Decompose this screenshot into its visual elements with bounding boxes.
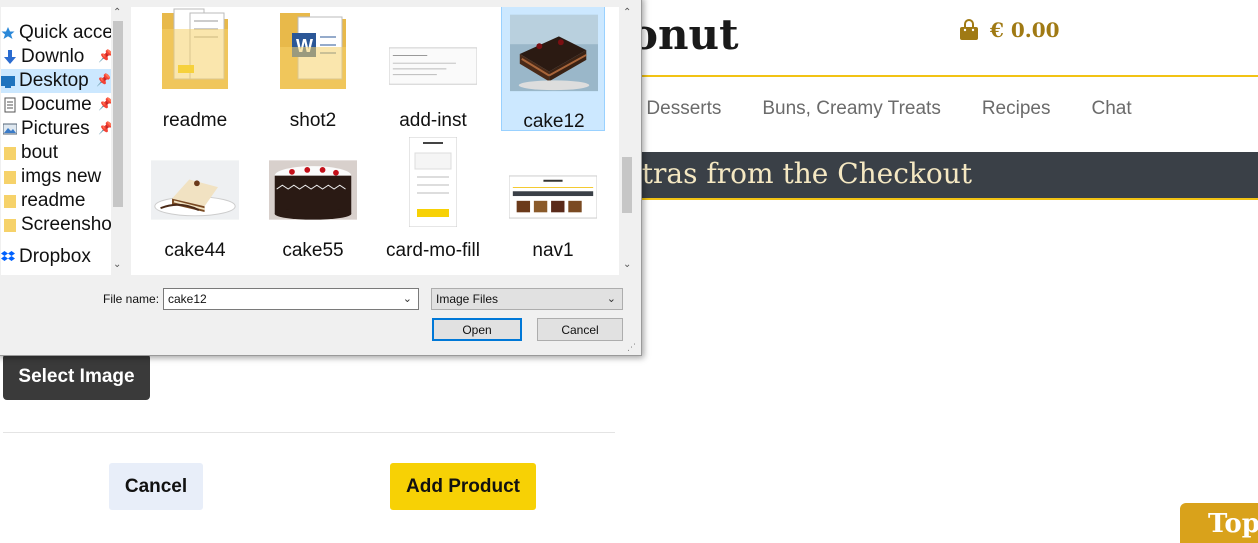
folder-icon [151,8,239,91]
screenshot-thumbnail [389,137,477,227]
tree-item-label: Docume [21,94,92,115]
tree-item-downloads[interactable]: Downlo 📌 [3,45,113,69]
tree-item-dropbox[interactable]: Dropbox [1,245,111,269]
document-icon [4,97,16,113]
tree-item-label: Pictures [21,118,90,139]
file-open-dialog: Quick acce Downlo 📌 Desktop 📌 Docume 📌 P… [0,0,642,356]
file-label: readme [162,110,228,131]
file-name-label: File name: [103,292,160,306]
word-document-icon: W [269,13,357,91]
open-button[interactable]: Open [432,318,522,341]
chevron-down-icon: ⌄ [606,293,616,305]
scroll-down-icon[interactable]: ⌄ [113,259,121,270]
tree-item-label: bout [21,142,58,163]
file-label: cake44 [164,240,226,261]
file-label: shot2 [289,110,337,131]
file-item-cake44[interactable]: cake44 [143,137,247,265]
tree-item-pictures[interactable]: Pictures 📌 [3,117,113,141]
scroll-thumb[interactable] [113,21,123,207]
folder-icon [4,195,16,208]
page-banner: xtras from the Checkout [620,152,1258,200]
folder-icon [4,147,16,160]
file-grid: readme W shot2 add-inst cake12 cake44 ca… [131,7,619,275]
tree-item-folder-readme[interactable]: readme [3,189,113,213]
file-name-value: cake12 [168,292,207,306]
add-product-button[interactable]: Add Product [390,463,536,510]
scroll-down-icon[interactable]: ⌄ [623,259,631,270]
banner-title: xtras from the Checkout [626,157,973,190]
file-label: cake55 [282,240,344,261]
site-logo[interactable]: onut [630,10,739,59]
dialog-cancel-button[interactable]: Cancel [537,318,623,341]
resize-grip-icon[interactable]: ⋰ [627,343,636,353]
tree-item-label: Dropbox [19,246,91,267]
tree-item-label: Downlo [21,46,85,67]
cart-amount: € 0.00 [990,18,1060,42]
download-arrow-icon [4,50,16,64]
file-grid-scrollbar[interactable]: ⌃ ⌄ [619,7,635,275]
dialog-nav-pane: Quick acce Downlo 📌 Desktop 📌 Docume 📌 P… [1,7,125,275]
file-label: nav1 [532,240,574,261]
cart-widget[interactable]: € 0.00 [958,18,1060,42]
tree-item-quick-access[interactable]: Quick acce [1,21,111,45]
back-to-top-button[interactable]: Top [1180,503,1258,543]
tree-item-folder-imgs-new[interactable]: imgs new [3,165,113,189]
file-name-input[interactable]: cake12 ⌄ [163,288,419,310]
chevron-down-icon[interactable]: ⌄ [403,292,412,305]
file-item-shot2[interactable]: W shot2 [261,7,365,135]
tree-item-label: Desktop [19,70,89,91]
scroll-up-icon[interactable]: ⌃ [623,7,631,18]
form-divider [3,432,615,433]
tree-item-desktop[interactable]: Desktop 📌 [1,69,111,93]
main-nav: nd Desserts Buns, Creamy Treats Recipes … [620,98,1132,132]
file-label: card-mo-fill [386,240,480,261]
cancel-button[interactable]: Cancel [109,463,203,510]
nav-item-recipes[interactable]: Recipes [982,98,1051,132]
scroll-thumb[interactable] [622,157,632,213]
tree-item-label: readme [21,190,86,211]
file-type-select[interactable]: Image Files ⌄ [431,288,623,310]
tree-item-documents[interactable]: Docume 📌 [3,93,113,117]
screenshot-thumbnail [509,143,597,221]
pictures-icon [3,123,17,135]
file-item-cake55[interactable]: cake55 [261,137,365,265]
file-label: cake12 [523,111,585,132]
file-label: add-inst [399,110,467,131]
cake-image-thumbnail [151,143,239,221]
cake-image-thumbnail [269,143,357,221]
file-item-add-inst[interactable]: add-inst [381,7,485,135]
pin-icon: 📌 [96,73,111,87]
shopping-bag-icon [960,19,978,40]
file-type-value: Image Files [436,292,499,306]
file-item-card-mo-fill[interactable]: card-mo-fill [381,137,485,265]
nav-item-buns[interactable]: Buns, Creamy Treats [762,98,940,132]
select-image-button[interactable]: Select Image [3,354,150,400]
file-item-cake12[interactable]: cake12 [501,7,605,132]
file-item-nav1[interactable]: nav1 [501,137,605,265]
dropbox-icon [1,251,15,261]
scroll-up-icon[interactable]: ⌃ [113,7,121,18]
tree-item-folder-screenshots[interactable]: Screensho [3,213,113,237]
tree-item-label: imgs new [21,166,102,187]
star-icon [1,27,15,39]
screenshot-thumbnail [389,13,477,91]
tree-item-folder-bout[interactable]: bout [3,141,113,165]
folder-icon [4,219,16,232]
tree-item-label: Quick acce [19,22,111,43]
cake-image-thumbnail [510,14,598,92]
desktop-icon [1,76,15,88]
folder-icon [4,171,16,184]
nav-pane-scrollbar[interactable]: ⌃ ⌄ [111,7,125,275]
file-item-readme[interactable]: readme [143,7,247,135]
tree-item-label: Screensho [21,214,112,235]
nav-item-chat[interactable]: Chat [1091,98,1131,132]
